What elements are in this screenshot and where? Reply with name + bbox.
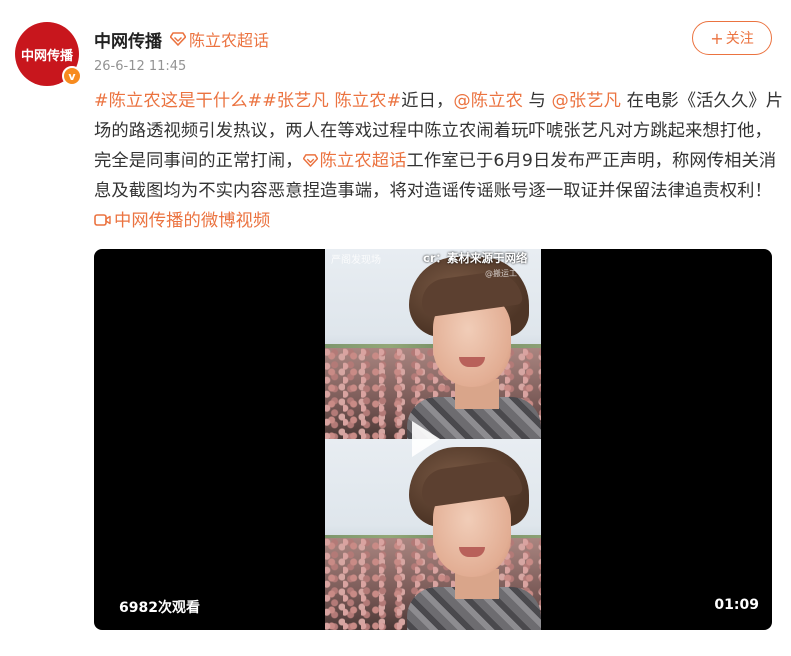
hashtag-link[interactable]: #陈立农这是干什么# (94, 91, 262, 111)
post-timestamp[interactable]: 26-6-12 11:45 (94, 59, 186, 74)
view-count: 6982次观看 (119, 600, 200, 616)
diamond-icon (302, 154, 318, 167)
plus-icon: + (710, 28, 724, 48)
post-content: #陈立农这是干什么##张艺凡 陈立农#近日，@陈立农 与 @张艺凡 在电影《活久… (94, 86, 784, 236)
video-link[interactable]: 中网传播的微博视频 (94, 211, 270, 231)
mention-link[interactable]: @张艺凡 (552, 91, 622, 111)
hashtag-link[interactable]: #张艺凡 陈立农# (262, 91, 401, 111)
username[interactable]: 中网传播 (94, 27, 162, 52)
verified-badge-icon: v (62, 66, 82, 86)
diamond-icon (170, 32, 186, 46)
video-credit: cr：素材来源于网络 (423, 251, 528, 265)
verified-badge-text: v (68, 69, 76, 83)
video-watermark: 严阁发现场 (331, 255, 381, 266)
video-duration: 01:09 (714, 597, 759, 613)
person-image (403, 257, 541, 439)
supertopic-label: 陈立农超话 (189, 31, 270, 50)
video-icon (94, 214, 111, 226)
video-frame: 严阁发现场 cr：素材来源于网络 @搬运工 (325, 249, 541, 439)
video-weibo-watermark: @搬运工 (485, 269, 517, 278)
supertopic-link[interactable]: 陈立农超话 (302, 151, 407, 171)
person-image (403, 447, 541, 630)
play-icon[interactable] (412, 421, 440, 457)
avatar-text: 中网传播 (20, 48, 73, 64)
video-link-label: 中网传播的微博视频 (114, 211, 271, 231)
post-header: 中网传播 陈立农超话 (94, 26, 269, 52)
weibo-post: 中网传播 v 中网传播 陈立农超话 26-6-12 11:45 + 关注 #陈立… (0, 0, 791, 656)
video-player[interactable]: 严阁发现场 cr：素材来源于网络 @搬运工 6982次观看 01:09 (94, 249, 772, 630)
mention-link[interactable]: @陈立农 (453, 91, 523, 111)
follow-label: 关注 (725, 31, 754, 47)
post-text: 近日， (401, 91, 454, 111)
post-text: 与 (522, 91, 552, 111)
supertopic-link-label: 陈立农超话 (319, 151, 407, 171)
supertopic-tag[interactable]: 陈立农超话 (170, 27, 269, 51)
follow-button[interactable]: + 关注 (692, 21, 772, 55)
video-frame (325, 439, 541, 630)
